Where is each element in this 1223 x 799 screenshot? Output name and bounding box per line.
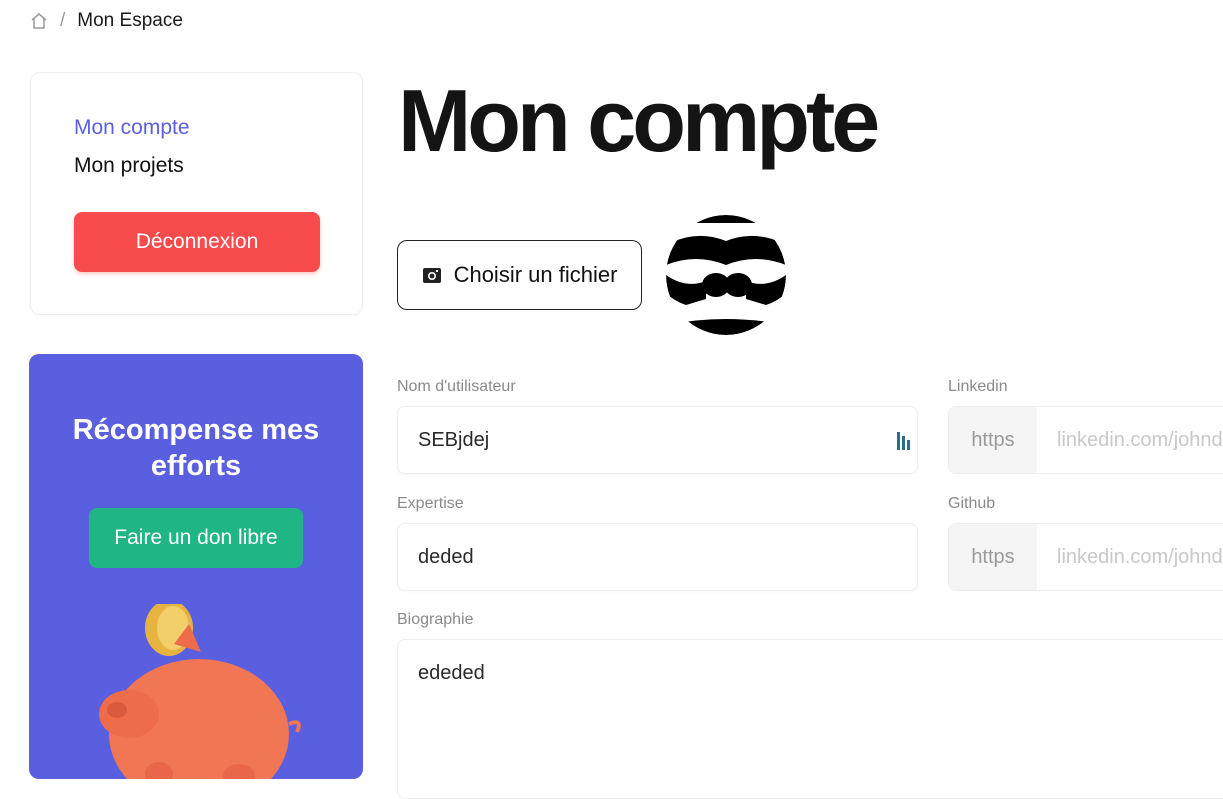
username-value: SEBjdej bbox=[418, 428, 490, 451]
expertise-label: Expertise bbox=[397, 495, 464, 512]
password-manager-icon[interactable] bbox=[897, 432, 911, 450]
donate-button[interactable]: Faire un don libre bbox=[89, 508, 303, 568]
biography-textarea[interactable]: ededed bbox=[397, 639, 1223, 799]
linkedin-label: Linkedin bbox=[948, 378, 1008, 395]
promo-title: Récompense mes efforts bbox=[72, 414, 320, 482]
choose-file-label: Choisir un fichier bbox=[453, 262, 618, 287]
home-icon[interactable] bbox=[30, 12, 48, 30]
breadcrumb: / Mon Espace bbox=[30, 10, 183, 32]
github-label: Github bbox=[948, 495, 996, 512]
donation-promo-card: Récompense mes efforts Faire un don libr… bbox=[29, 354, 363, 779]
biography-value: ededed bbox=[418, 662, 485, 684]
linkedin-url-group: https linkedin.com/johndoe bbox=[948, 406, 1223, 474]
choose-file-button[interactable]: Choisir un fichier bbox=[397, 240, 642, 310]
logout-button[interactable]: Déconnexion bbox=[74, 212, 320, 272]
account-nav-card: Mon compte Mon projets Déconnexion bbox=[30, 72, 363, 315]
nav-link-mon-projets[interactable]: Mon projets bbox=[74, 154, 184, 178]
github-url-group: https linkedin.com/johndoe bbox=[948, 523, 1223, 591]
nav-link-mon-compte[interactable]: Mon compte bbox=[74, 116, 190, 140]
github-input[interactable]: linkedin.com/johndoe bbox=[1037, 524, 1223, 590]
username-label: Nom d'utilisateur bbox=[397, 378, 516, 395]
linkedin-prefix: https bbox=[949, 407, 1037, 473]
expertise-input[interactable]: deded bbox=[397, 523, 918, 591]
breadcrumb-separator: / bbox=[60, 10, 66, 31]
breadcrumb-current[interactable]: Mon Espace bbox=[77, 10, 183, 32]
avatar bbox=[666, 215, 786, 335]
linkedin-input[interactable]: linkedin.com/johndoe bbox=[1037, 407, 1223, 473]
username-input[interactable]: SEBjdej bbox=[397, 406, 918, 474]
biography-label: Biographie bbox=[397, 611, 474, 628]
github-prefix: https bbox=[949, 524, 1037, 590]
page-title: Mon compte bbox=[398, 71, 880, 170]
piggy-bank-illustration bbox=[99, 604, 301, 779]
expertise-value: deded bbox=[418, 545, 474, 568]
camera-icon bbox=[422, 266, 442, 284]
